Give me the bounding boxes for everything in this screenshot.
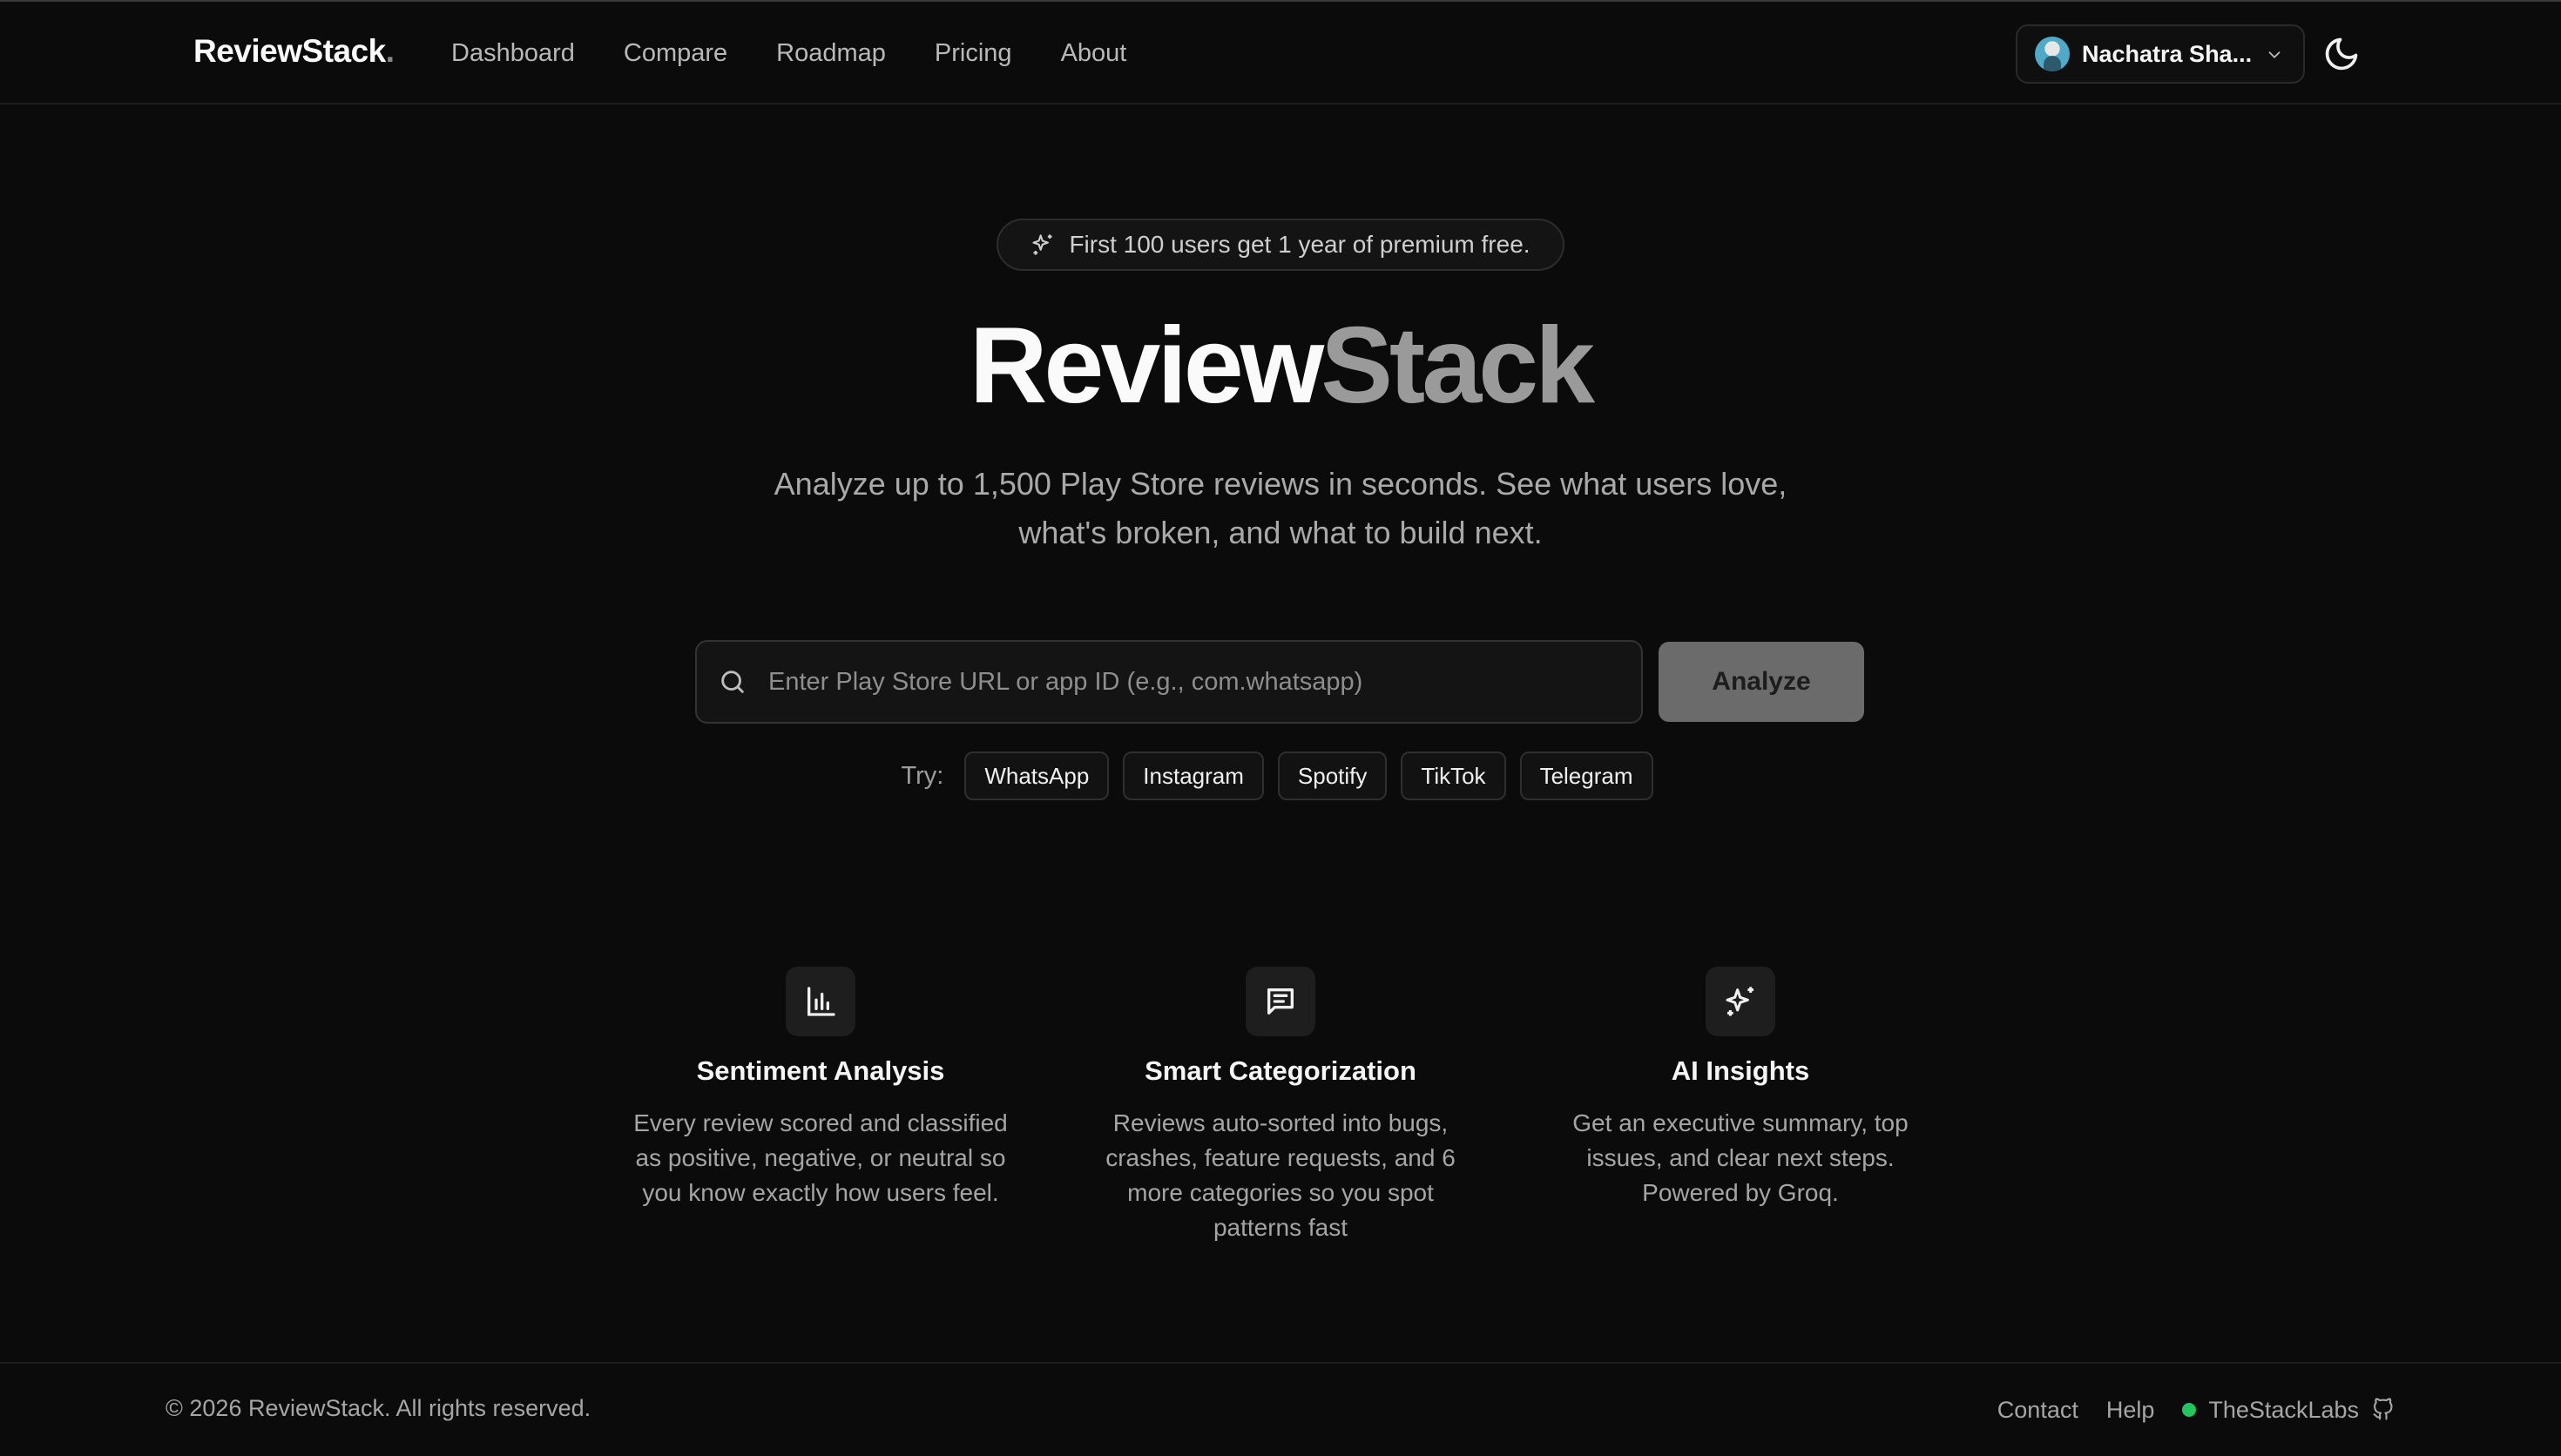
- top-navbar: ReviewStack. Dashboard Compare Roadmap P…: [0, 2, 2561, 104]
- brand-name: ReviewStack: [193, 33, 386, 69]
- nav-links: Dashboard Compare Roadmap Pricing About: [451, 2, 1175, 104]
- feature-title: AI Insights: [1671, 1055, 1810, 1086]
- footer-links: Contact Help TheStackLabs: [1970, 1388, 2395, 1432]
- feature-icon-box: [1706, 967, 1775, 1036]
- status-dot: [2182, 1403, 2197, 1417]
- message-square-icon: [1267, 988, 1294, 1014]
- try-examples: Try: WhatsApp Instagram Spotify TikTok T…: [0, 751, 2561, 801]
- try-chip-instagram[interactable]: Instagram: [1123, 752, 1264, 800]
- sparkles-icon: [1726, 987, 1754, 1016]
- analyze-button[interactable]: Analyze: [1659, 642, 1864, 722]
- footer-link-contact[interactable]: Contact: [1997, 1397, 2078, 1424]
- nav-link-pricing[interactable]: Pricing: [935, 39, 1012, 68]
- footer: © 2026 ReviewStack. All rights reserved.…: [0, 1362, 2561, 1456]
- footer-link-org[interactable]: TheStackLabs: [2208, 1397, 2359, 1424]
- try-chip-whatsapp[interactable]: WhatsApp: [964, 752, 1110, 800]
- github-icon[interactable]: [2371, 1398, 2395, 1422]
- promo-badge-text: First 100 users get 1 year of premium fr…: [1069, 231, 1531, 258]
- feature-icon-box: [1246, 967, 1315, 1036]
- hero-title-part2: Stack: [1321, 306, 1595, 426]
- brand-dot: .: [385, 33, 395, 69]
- try-chip-spotify[interactable]: Spotify: [1277, 752, 1388, 800]
- hero-subtitle: Analyze up to 1,500 Play Store reviews i…: [774, 466, 1787, 550]
- feature-ai-insights: AI Insights Get an executive summary, to…: [1549, 967, 1932, 1210]
- feature-icon-box: [786, 967, 855, 1036]
- hero-title-part1: Review: [969, 306, 1324, 426]
- moon-icon[interactable]: [2322, 35, 2361, 73]
- feature-description: Every review scored and classified as po…: [633, 1109, 1008, 1206]
- feature-title: Smart Categorization: [1145, 1055, 1416, 1086]
- hero-title: ReviewStack: [0, 300, 2561, 431]
- brand-logo[interactable]: ReviewStack.: [193, 33, 395, 70]
- feature-smart-categorization: Smart Categorization Reviews auto-sorted…: [1089, 967, 1472, 1245]
- nav-link-about[interactable]: About: [1061, 39, 1127, 68]
- avatar: [2035, 37, 2070, 71]
- feature-description: Reviews auto-sorted into bugs, crashes, …: [1105, 1109, 1456, 1241]
- search-icon: [721, 671, 744, 693]
- user-name: Nachatra Sha...: [2082, 40, 2253, 67]
- chevron-down-icon: [2268, 51, 2281, 58]
- search-box: [695, 640, 1643, 724]
- nav-link-compare[interactable]: Compare: [624, 39, 727, 68]
- try-chip-telegram[interactable]: Telegram: [1519, 752, 1653, 800]
- sparkles-icon: [1032, 234, 1052, 255]
- feature-sentiment-analysis: Sentiment Analysis Every review scored a…: [629, 967, 1012, 1210]
- search-input[interactable]: [768, 667, 1605, 697]
- nav-link-roadmap[interactable]: Roadmap: [776, 39, 886, 68]
- copyright-text: © 2026 ReviewStack. All rights reserved.: [166, 1395, 591, 1421]
- bar-chart-icon: [807, 987, 835, 1016]
- feature-description: Get an executive summary, top issues, an…: [1572, 1109, 1909, 1206]
- try-chip-tiktok[interactable]: TikTok: [1401, 752, 1506, 800]
- feature-title: Sentiment Analysis: [696, 1055, 945, 1086]
- promo-badge: First 100 users get 1 year of premium fr…: [997, 219, 1564, 271]
- try-label: Try:: [901, 761, 944, 790]
- user-menu-button[interactable]: Nachatra Sha...: [2016, 24, 2305, 84]
- nav-link-dashboard[interactable]: Dashboard: [451, 39, 575, 68]
- footer-link-help[interactable]: Help: [2106, 1397, 2155, 1424]
